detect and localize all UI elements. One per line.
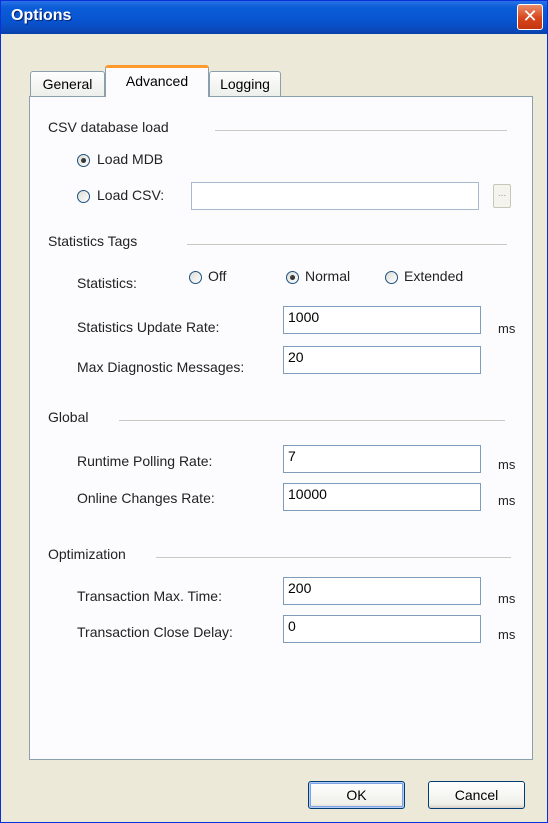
radio-selected-dot: [290, 275, 295, 280]
load-csv-label: Load CSV:: [97, 187, 165, 203]
close-icon: ✕: [522, 6, 538, 26]
tab-logging[interactable]: Logging: [209, 71, 281, 97]
online-changes-rate-unit: ms: [498, 493, 516, 508]
transaction-close-delay-input[interactable]: 0: [283, 615, 481, 643]
cancel-button[interactable]: Cancel: [428, 781, 525, 809]
csv-path-input[interactable]: [191, 182, 479, 210]
online-changes-rate-input[interactable]: 10000: [283, 483, 481, 511]
runtime-polling-rate-input[interactable]: 7: [283, 445, 481, 473]
transaction-max-time-input[interactable]: 200: [283, 577, 481, 605]
max-diagnostic-messages-input[interactable]: 20: [283, 346, 481, 374]
csv-group-title: CSV database load: [48, 119, 169, 135]
options-dialog: Options ✕ General Logging Advanced CSV d…: [0, 0, 548, 823]
load-csv-radio[interactable]: [77, 190, 90, 203]
optimization-group-title: Optimization: [48, 546, 126, 562]
transaction-max-time-unit: ms: [498, 591, 516, 606]
csv-group-divider: [215, 130, 507, 131]
max-diagnostic-messages-label: Max Diagnostic Messages:: [77, 359, 245, 375]
statistics-group-divider: [187, 244, 507, 245]
load-mdb-label: Load MDB: [97, 151, 164, 167]
ok-button[interactable]: OK: [308, 781, 405, 809]
tab-advanced[interactable]: Advanced: [105, 65, 209, 97]
runtime-polling-rate-label: Runtime Polling Rate:: [77, 453, 213, 469]
title-bar[interactable]: Options ✕: [1, 1, 547, 34]
statistics-update-rate-unit: ms: [498, 321, 516, 336]
global-group-divider: [119, 420, 505, 421]
tab-general[interactable]: General: [30, 71, 105, 97]
statistics-normal-radio[interactable]: [286, 271, 299, 284]
statistics-update-rate-label: Statistics Update Rate:: [77, 319, 220, 335]
browse-button[interactable]: ...: [493, 184, 511, 208]
load-mdb-radio[interactable]: [77, 154, 90, 167]
statistics-update-rate-input[interactable]: 1000: [283, 306, 481, 334]
close-button[interactable]: ✕: [517, 4, 543, 30]
statistics-extended-radio[interactable]: [385, 271, 398, 284]
statistics-label: Statistics:: [77, 275, 137, 291]
global-group-title: Global: [48, 409, 89, 425]
transaction-max-time-label: Transaction Max. Time:: [77, 588, 222, 604]
tab-general-label: General: [42, 76, 93, 92]
tab-logging-label: Logging: [220, 76, 270, 92]
tab-advanced-label: Advanced: [125, 73, 189, 89]
online-changes-rate-label: Online Changes Rate:: [77, 490, 215, 506]
optimization-group-divider: [156, 557, 511, 558]
radio-selected-dot: [81, 158, 86, 163]
transaction-close-delay-label: Transaction Close Delay:: [77, 624, 233, 640]
statistics-off-label: Off: [208, 268, 227, 284]
statistics-extended-label: Extended: [404, 268, 464, 284]
statistics-off-radio[interactable]: [189, 271, 202, 284]
statistics-normal-label: Normal: [305, 268, 351, 284]
statistics-group-title: Statistics Tags: [48, 233, 138, 249]
window-title: Options: [11, 7, 72, 24]
transaction-close-delay-unit: ms: [498, 627, 516, 642]
runtime-polling-rate-unit: ms: [498, 457, 516, 472]
